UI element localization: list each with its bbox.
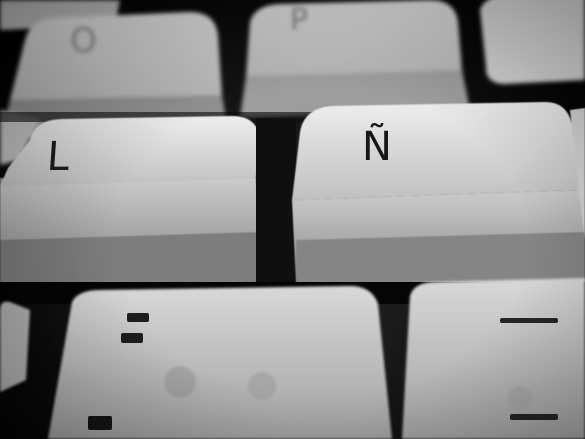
key-p-legend: P — [290, 3, 308, 38]
underscore-mark-upper — [500, 318, 558, 323]
key-enye-legend: Ñ — [362, 122, 392, 170]
colon-dot-lower — [121, 333, 143, 343]
key-enye — [292, 102, 585, 292]
dash-mark-lower — [510, 414, 558, 420]
keyboard-illustration: O P L Ñ — [0, 0, 585, 439]
key-l-legend: L — [45, 134, 71, 180]
period-mark — [88, 416, 112, 430]
key-l — [0, 116, 262, 292]
keyboard-closeup-photo: O P L Ñ — [0, 0, 585, 439]
colon-dot-upper — [127, 313, 149, 322]
key-o-legend: O — [70, 21, 97, 61]
front-row-keys — [0, 278, 585, 439]
